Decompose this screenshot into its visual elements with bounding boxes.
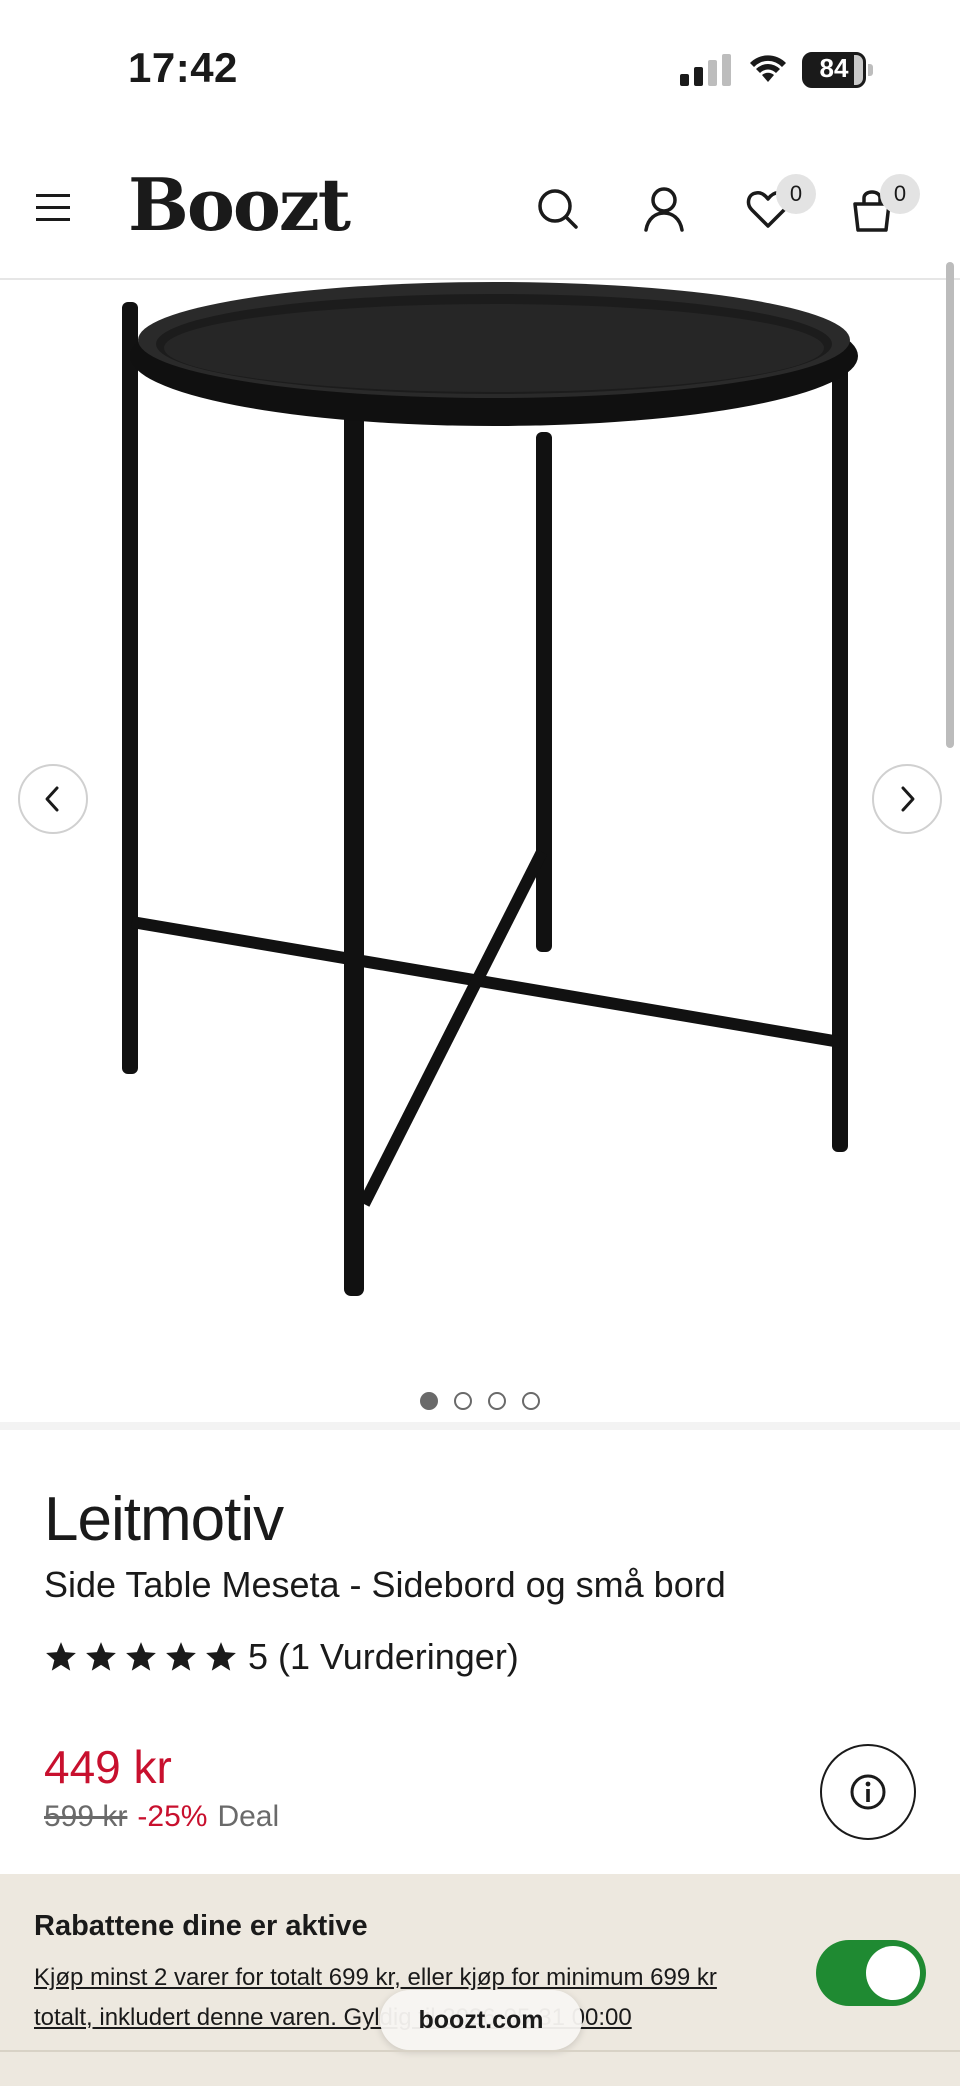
star-icon [166,1642,196,1671]
status-time: 17:42 [128,44,238,91]
product-gallery[interactable] [0,282,960,1422]
section-divider [0,1422,960,1430]
star-icon [86,1642,116,1671]
star-icon [46,1642,76,1671]
wifi-icon [750,55,786,82]
gallery-dot[interactable] [522,1392,540,1410]
current-price: 449 kr [44,1741,172,1793]
discount-percent: -25% [137,1800,208,1833]
discount-toggle[interactable] [816,1940,926,2006]
page-scrollbar[interactable] [946,262,954,748]
price-details: 599 kr -25% Deal [44,1800,279,1834]
discount-banner: Rabattene dine er aktive Kjøp minst 2 va… [0,1874,960,2086]
price-info-button[interactable] [820,1744,916,1840]
info-icon [850,1774,886,1810]
product-image[interactable] [80,282,880,1322]
status-bar: 17:42 84 [0,0,960,140]
menu-icon[interactable] [36,194,70,222]
site-logo[interactable]: Boozt [128,162,351,247]
next-image-button[interactable] [872,764,942,834]
chevron-right-icon [901,786,915,812]
rating-text: 5 (1 Vurderinger) [248,1636,519,1677]
product-name: Side Table Meseta - Sidebord og små bord [44,1564,726,1605]
bottom-edge [0,2050,960,2052]
cart-count-badge: 0 [880,174,920,214]
product-brand[interactable]: Leitmotiv [44,1484,284,1555]
chevron-left-icon [45,786,59,812]
banner-title: Rabattene dine er aktive [34,1910,368,1942]
gallery-dot[interactable] [420,1392,438,1410]
gallery-dot[interactable] [488,1392,506,1410]
deal-label: Deal [217,1800,280,1833]
search-icon[interactable] [534,184,582,234]
gallery-pagination [0,1392,960,1416]
wishlist-count-badge: 0 [776,174,816,214]
signal-icon [680,54,731,86]
star-icon [126,1642,156,1671]
prev-image-button[interactable] [18,764,88,834]
battery-level: 84 [819,53,849,83]
toggle-knob [866,1946,920,2000]
browser-url-bar[interactable]: boozt.com [380,1990,582,2050]
star-icon [206,1642,236,1671]
rating-stars [44,1640,238,1674]
product-rating[interactable]: 5 (1 Vurderinger) [44,1636,519,1678]
gallery-dot[interactable] [454,1392,472,1410]
user-icon[interactable] [640,184,688,234]
old-price: 599 kr [44,1800,128,1833]
battery-icon: 84 [802,52,874,88]
site-header: Boozt 0 0 [0,140,960,280]
